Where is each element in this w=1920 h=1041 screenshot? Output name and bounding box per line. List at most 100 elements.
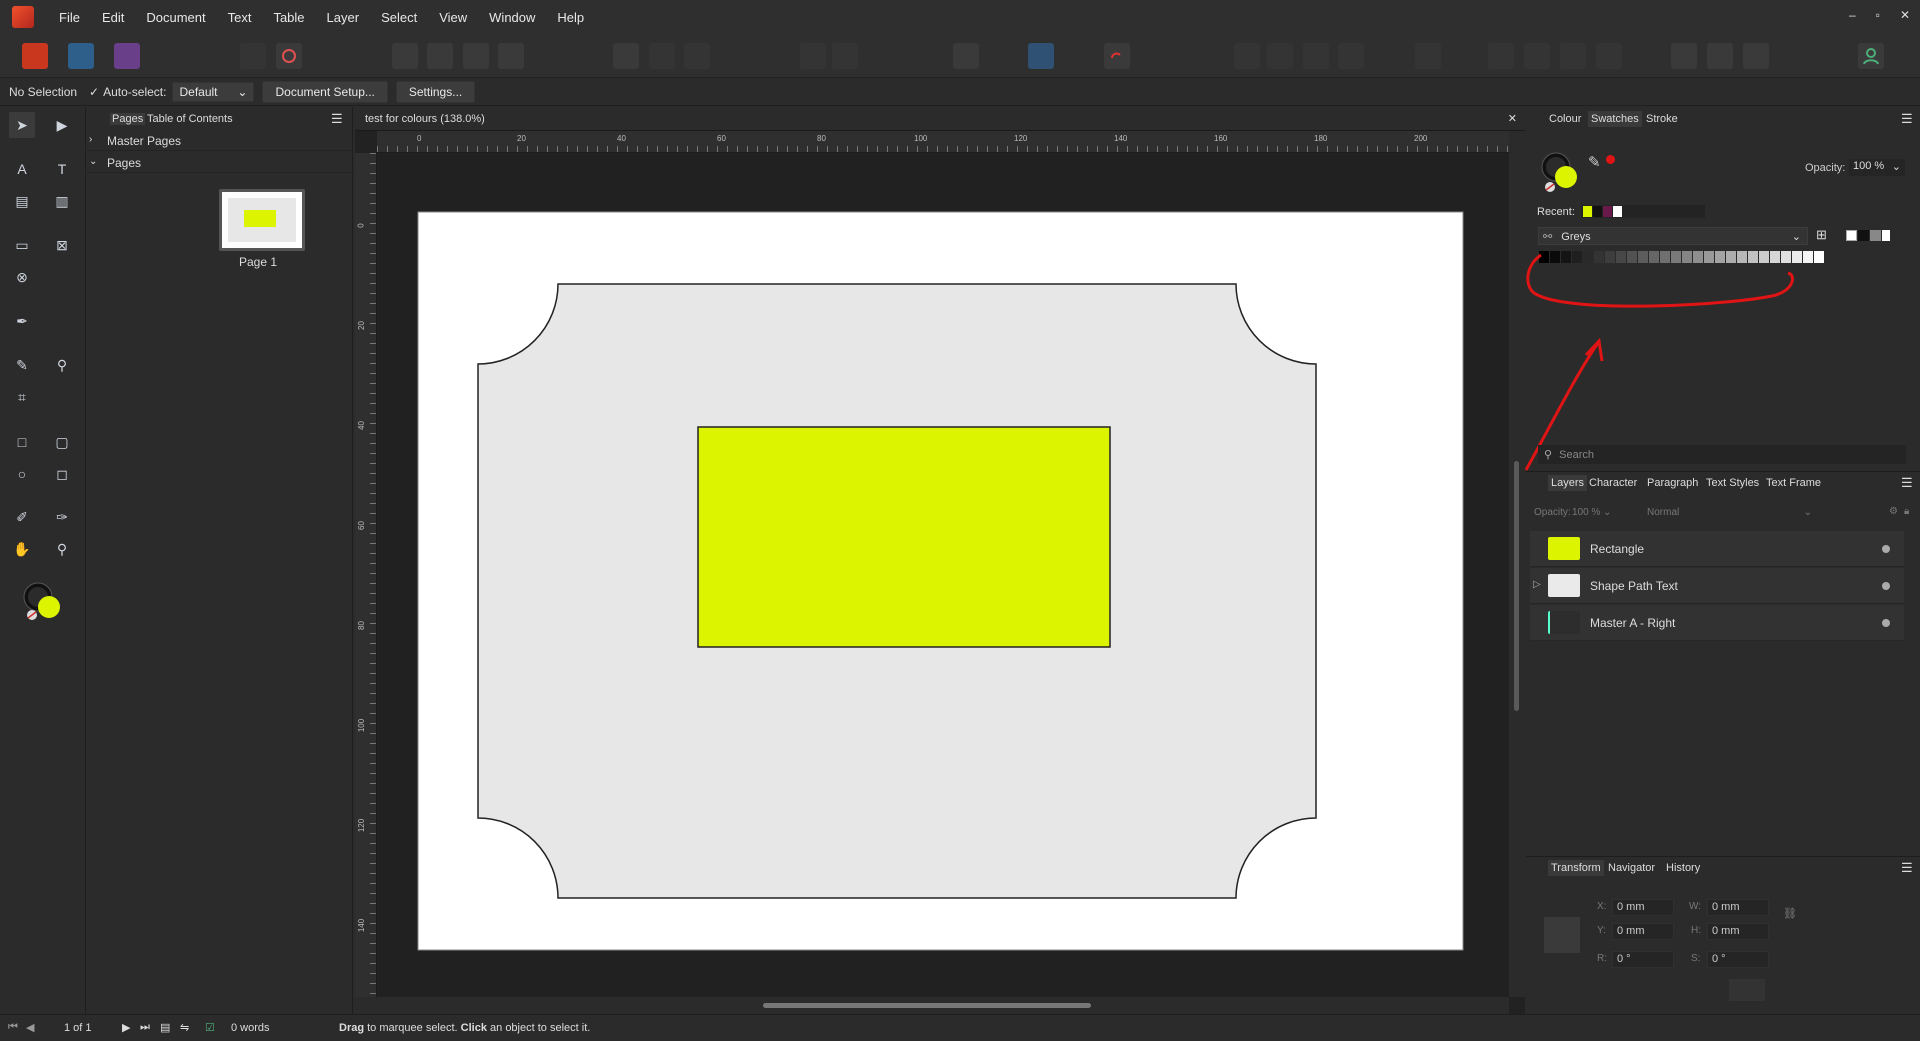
layer-opacity-field[interactable]: 100 % ⌄ <box>1572 507 1612 518</box>
none-swatch[interactable] <box>1846 230 1857 241</box>
spread-view-icon[interactable]: ⇋ <box>180 1021 189 1034</box>
visibility-icon[interactable] <box>1882 545 1890 553</box>
transform-options-button[interactable] <box>1729 979 1765 1001</box>
designer-persona-icon[interactable] <box>114 43 140 69</box>
account-icon[interactable] <box>1858 43 1884 69</box>
menu-select[interactable]: Select <box>370 10 428 25</box>
view-mode-icon[interactable] <box>613 43 639 69</box>
arrange-forward-icon[interactable] <box>1303 43 1329 69</box>
autoselect-checkbox[interactable]: ✓ <box>89 85 99 99</box>
fill-stroke-selector[interactable] <box>23 582 65 624</box>
snap-icon[interactable] <box>392 43 418 69</box>
pin-icon[interactable] <box>800 43 826 69</box>
publisher-persona-icon[interactable] <box>22 43 48 69</box>
arrange-front-icon[interactable] <box>1338 43 1364 69</box>
placeholder-frame-tool-icon[interactable]: ⊠ <box>49 232 75 258</box>
maximize-button[interactable]: ▫ <box>1876 8 1880 22</box>
visibility-icon[interactable] <box>1882 619 1890 627</box>
page-thumbnail[interactable] <box>219 189 305 251</box>
x-field[interactable]: 0 mm <box>1612 899 1674 916</box>
document-canvas[interactable] <box>378 154 1508 997</box>
artistic-text-tool-icon[interactable]: A <box>9 156 35 182</box>
last-page-icon[interactable]: ⏭ <box>140 1021 150 1034</box>
link-icon[interactable] <box>1104 43 1130 69</box>
tab-transform[interactable]: Transform <box>1548 860 1604 876</box>
ellipse-frame-tool-icon[interactable]: ⊗ <box>9 264 35 290</box>
menu-view[interactable]: View <box>428 10 478 25</box>
layers-panel-menu-icon[interactable]: ☰ <box>1901 475 1913 491</box>
lock-icon[interactable]: 🔒︎ <box>1904 506 1909 517</box>
first-page-icon[interactable]: ⏮ <box>8 1021 18 1034</box>
node-tool-icon[interactable]: ▶ <box>49 112 75 138</box>
unpin-icon[interactable] <box>832 43 858 69</box>
menu-edit[interactable]: Edit <box>91 10 135 25</box>
preflight-icon[interactable] <box>240 43 266 69</box>
shear-field[interactable]: 0 ° <box>1707 951 1769 968</box>
pen-tool-icon[interactable]: ✒ <box>9 308 35 334</box>
snap-path-icon[interactable] <box>498 43 524 69</box>
tab-layers[interactable]: Layers <box>1548 475 1588 491</box>
show-text-flow-icon[interactable] <box>953 43 979 69</box>
palette-options-icon[interactable]: ⊞ <box>1816 227 1827 243</box>
rotation-field[interactable]: 0 ° <box>1612 951 1674 968</box>
rotate-ccw-icon[interactable] <box>1560 43 1586 69</box>
link-proportions-icon[interactable]: ⛓ <box>1783 907 1797 920</box>
tab-character[interactable]: Character <box>1589 477 1637 489</box>
blend-mode-dropdown[interactable]: Normal ⌄ <box>1647 507 1812 518</box>
swatches-panel-menu-icon[interactable]: ☰ <box>1901 111 1913 127</box>
pin-table-tool-icon[interactable]: ▥ <box>49 188 75 214</box>
vector-brush-tool-icon[interactable]: ⚲ <box>49 352 75 378</box>
photo-persona-icon[interactable] <box>68 43 94 69</box>
menu-help[interactable]: Help <box>546 10 595 25</box>
page-view-icon[interactable]: ▤ <box>160 1021 170 1034</box>
minimize-button[interactable]: – <box>1849 8 1856 22</box>
layer-row-master[interactable]: Master A - Right <box>1530 605 1904 641</box>
snap-geometry-icon[interactable] <box>463 43 489 69</box>
w-field[interactable]: 0 mm <box>1707 899 1769 916</box>
bleed-icon[interactable] <box>684 43 710 69</box>
document-tab[interactable]: test for colours (138.0%) ✕ <box>355 107 1525 131</box>
layer-row-rectangle[interactable]: Rectangle <box>1530 531 1904 567</box>
text-frame-icon[interactable] <box>1028 43 1054 69</box>
arrange-backward-icon[interactable] <box>1267 43 1293 69</box>
close-document-icon[interactable]: ✕ <box>1508 107 1517 131</box>
layer-row-shape-path-text[interactable]: ▷ Shape Path Text <box>1530 568 1904 604</box>
anchor-selector[interactable] <box>1544 917 1580 953</box>
pages-section[interactable]: ⌄ Pages <box>87 153 353 173</box>
boolean-add-icon[interactable] <box>1671 43 1697 69</box>
color-picker-tool-icon[interactable]: ✐ <box>9 504 35 530</box>
flip-v-icon[interactable] <box>1524 43 1550 69</box>
menu-table[interactable]: Table <box>262 10 315 25</box>
expand-chevron-icon[interactable]: ▷ <box>1533 579 1541 590</box>
transform-panel-menu-icon[interactable]: ☰ <box>1901 860 1913 876</box>
tab-colour[interactable]: Colour <box>1549 113 1581 125</box>
close-window-button[interactable]: ✕ <box>1900 8 1910 22</box>
y-field[interactable]: 0 mm <box>1612 923 1674 940</box>
flip-h-icon[interactable] <box>1488 43 1514 69</box>
fill-tool-icon[interactable]: ✑ <box>49 504 75 530</box>
preflight-status-icon[interactable]: ☑ <box>205 1021 215 1034</box>
tab-history[interactable]: History <box>1666 862 1700 874</box>
white-swatch[interactable] <box>1882 230 1890 241</box>
picture-frame-tool-icon[interactable]: ▭ <box>9 232 35 258</box>
tab-paragraph[interactable]: Paragraph <box>1647 477 1698 489</box>
menu-document[interactable]: Document <box>135 10 216 25</box>
master-pages-section[interactable]: › Master Pages <box>87 131 353 151</box>
snap-bounds-icon[interactable] <box>427 43 453 69</box>
search-input[interactable]: ⚲ Search <box>1538 445 1906 464</box>
document-setup-button[interactable]: Document Setup... <box>262 81 388 103</box>
preview-icon[interactable] <box>649 43 675 69</box>
menu-window[interactable]: Window <box>478 10 546 25</box>
autoselect-dropdown[interactable]: Default ⌄ <box>172 82 255 102</box>
tab-table-of-contents[interactable]: Table of Contents <box>147 113 233 125</box>
visibility-icon[interactable] <box>1882 582 1890 590</box>
arrange-back-icon[interactable] <box>1234 43 1260 69</box>
menu-text[interactable]: Text <box>217 10 263 25</box>
table-tool-icon[interactable]: ▤ <box>9 188 35 214</box>
boolean-intersect-icon[interactable] <box>1743 43 1769 69</box>
grey-swatch[interactable] <box>1814 251 1824 263</box>
menu-layer[interactable]: Layer <box>316 10 371 25</box>
tab-text-frame[interactable]: Text Frame <box>1766 477 1821 489</box>
frame-text-tool-icon[interactable]: T <box>49 156 75 182</box>
prev-page-icon[interactable]: ◀ <box>26 1021 34 1034</box>
